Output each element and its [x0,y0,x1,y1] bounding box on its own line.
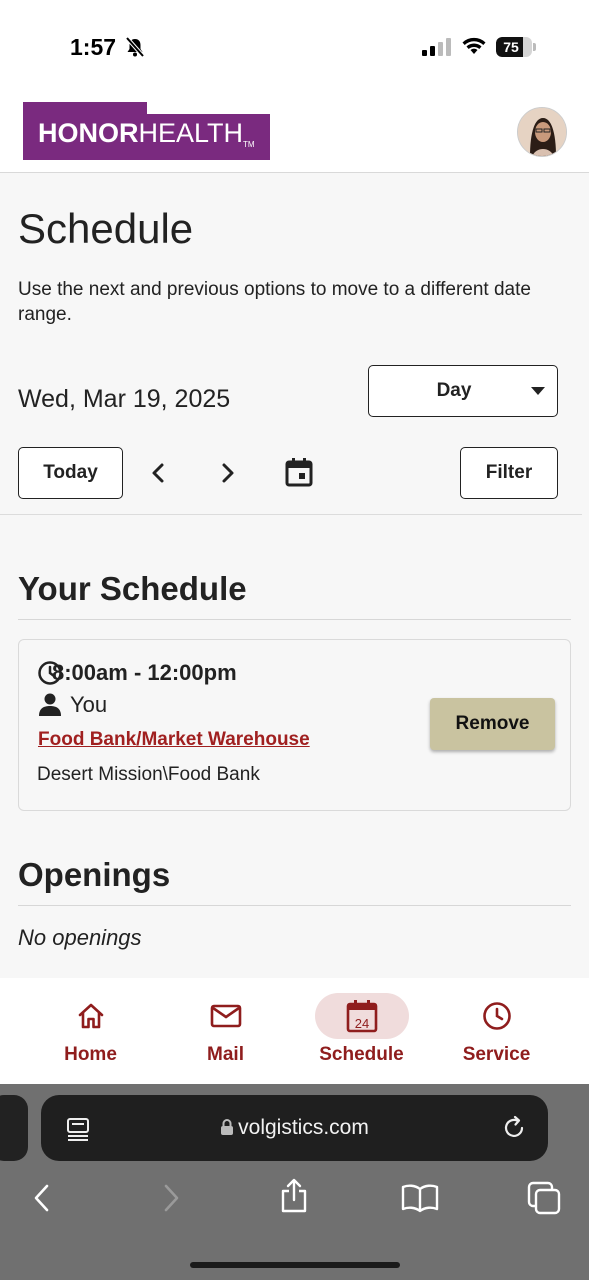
no-openings-text: No openings [18,925,142,950]
page-title: Schedule [18,205,194,252]
assignment-link[interactable]: Food Bank/Market Warehouse [38,729,310,751]
view-select[interactable]: Day [368,365,558,417]
chevron-right-icon[interactable] [216,460,240,486]
tab-schedule[interactable]: 24 Schedule [288,978,435,1084]
tab-mail[interactable]: Mail [152,978,299,1084]
calendar-icon: 24 [346,1000,378,1033]
section-divider [18,905,571,906]
status-time: 1:57 [70,34,117,60]
tab-home-label: Home [64,1044,117,1065]
mail-icon [210,1004,242,1028]
url-text: volgistics.com [41,1095,548,1161]
calendar-icon[interactable] [284,456,314,488]
reload-icon[interactable] [502,1115,528,1141]
tab-schedule-label: Schedule [319,1044,404,1065]
honorhealth-logo[interactable]: HONORHEALTHTM [23,102,270,160]
view-select-value: Day [436,380,472,401]
tab-mail-label: Mail [207,1044,244,1065]
tab-service-label: Service [462,1044,531,1065]
share-icon[interactable] [279,1178,309,1214]
remove-button[interactable]: Remove [430,698,555,750]
tabs-icon[interactable] [527,1181,563,1215]
battery-level: 75 [503,39,519,55]
previous-tab-pill[interactable] [0,1095,28,1161]
home-indicator[interactable] [190,1262,400,1268]
schedule-intro: Use the next and previous options to mov… [18,279,531,325]
tab-home[interactable]: Home [17,978,164,1084]
forward-icon [164,1184,179,1212]
current-date: Wed, Mar 19, 2025 [18,385,231,413]
back-icon[interactable] [28,1182,56,1214]
url: volgistics.com [238,1116,369,1139]
status-bar: 1:57 75 [0,0,589,95]
section-divider [18,619,571,620]
battery-icon: 75 [496,37,536,57]
divider [0,514,582,515]
shift-assignee: You [70,692,108,717]
bottom-nav: Home Mail 24 Schedule Service [0,978,589,1084]
openings-title: Openings [18,856,171,893]
chevron-left-icon[interactable] [146,460,170,486]
tab-service[interactable]: Service [423,978,570,1084]
home-icon [78,1003,104,1029]
app-header: HONORHEALTHTM [0,95,589,173]
your-schedule-title: Your Schedule [18,570,247,607]
address-bar[interactable]: volgistics.com [41,1095,548,1161]
clock-icon [483,1002,511,1030]
browser-chrome: volgistics.com [0,1084,589,1280]
bell-off-icon [125,36,145,58]
filter-button[interactable]: Filter [460,447,558,499]
person-icon [39,693,61,716]
today-button[interactable]: Today [18,447,123,499]
shift-time: 8:00am - 12:00pm [52,660,237,685]
wifi-icon [462,37,486,54]
avatar[interactable] [517,107,567,157]
avatar-photo [518,108,566,156]
lock-icon [221,1119,234,1135]
bookmarks-icon[interactable] [401,1183,439,1213]
caret-down-icon [531,387,545,395]
calendar-badge: 24 [355,1016,369,1031]
shift-location: Desert Mission\Food Bank [37,764,260,785]
signal-icon [422,38,451,56]
